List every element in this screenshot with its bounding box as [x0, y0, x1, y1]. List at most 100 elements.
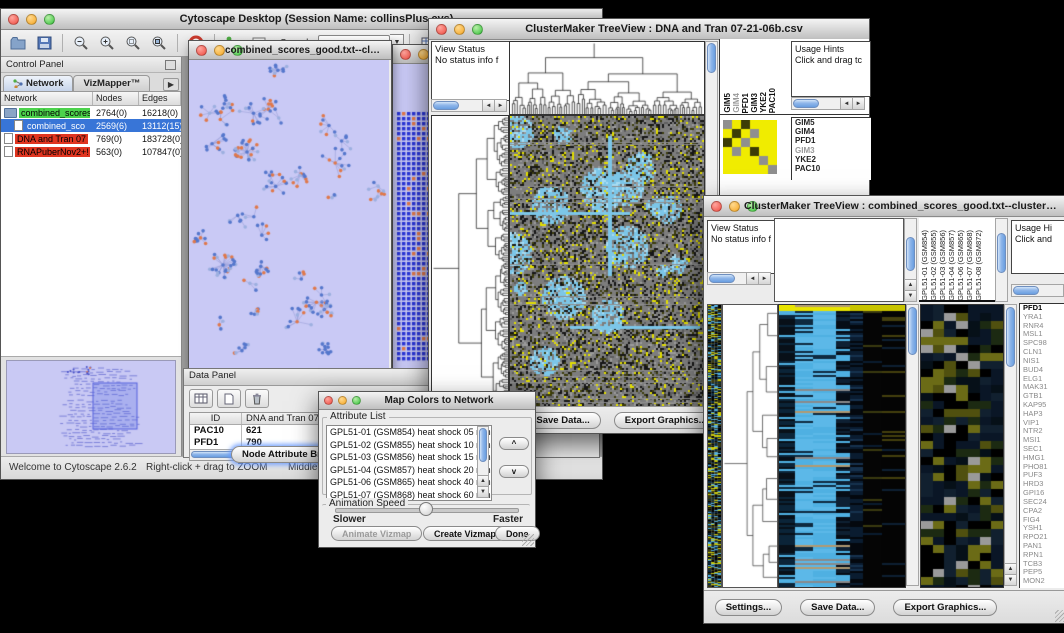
minimize-icon[interactable] — [214, 45, 225, 56]
row-dendrogram-canvas[interactable] — [722, 304, 778, 588]
global-heatmap-canvas[interactable] — [509, 115, 705, 407]
network-list-item[interactable]: RNAPuberNov2+! 563(0) 107847(0) — [1, 145, 181, 158]
delete-attribute-icon[interactable] — [245, 389, 269, 408]
zoom-selected-icon[interactable] — [121, 33, 145, 53]
close-icon[interactable] — [436, 24, 447, 35]
treeview-button[interactable]: Settings... — [715, 599, 782, 616]
gene-name[interactable]: GIM5 — [795, 118, 871, 127]
column-label[interactable]: GIM4 — [732, 93, 741, 113]
usage-hints-hscrollbar[interactable]: ◄► — [791, 97, 865, 110]
zoom-heatmap-canvas[interactable] — [920, 304, 1004, 588]
scroll-left-icon[interactable]: ◄ — [746, 273, 758, 284]
scroll-thumb[interactable] — [793, 99, 819, 108]
select-attributes-icon[interactable] — [189, 389, 213, 408]
resize-grip-icon[interactable] — [522, 534, 534, 546]
column-label[interactable]: GPL51-04 (GSM857) — [947, 230, 956, 301]
scroll-up-icon[interactable]: ▲ — [905, 279, 916, 290]
zoom-heatmap-canvas[interactable] — [723, 120, 777, 174]
attribute-item[interactable]: GPL51-01 (GSM854) heat shock 05 min — [327, 426, 491, 439]
move-down-button[interactable]: v — [499, 465, 529, 478]
treeview-button[interactable]: Export Graphics... — [614, 412, 718, 429]
global-mini-heatmap-canvas[interactable] — [707, 304, 722, 588]
animate-vizmap-button[interactable]: Animate Vizmap — [331, 526, 422, 541]
labels-vscrollbar-2[interactable] — [995, 218, 1008, 302]
column-label[interactable]: GPL51-06 (GSM865) — [956, 230, 965, 301]
minimize-icon[interactable] — [338, 396, 347, 405]
gene-name[interactable]: PFD1 — [795, 136, 871, 145]
attribute-listbox[interactable]: GPL51-01 (GSM854) heat shock 05 minGPL51… — [326, 425, 492, 501]
column-label[interactable]: PAC10 — [768, 88, 777, 113]
tab-overflow-arrow-icon[interactable]: ▶ — [163, 78, 179, 91]
scroll-right-icon[interactable]: ► — [494, 100, 506, 111]
column-label[interactable]: GIM3 — [750, 93, 759, 113]
scroll-up-icon[interactable]: ▲ — [478, 475, 488, 486]
view-status-hscrollbar[interactable]: ◄► — [431, 99, 507, 112]
zoom-fit-icon[interactable] — [147, 33, 171, 53]
gene-name[interactable]: PAC10 — [795, 164, 871, 173]
scroll-down-icon[interactable]: ▼ — [1005, 574, 1016, 585]
treeview-button[interactable]: Export Graphics... — [893, 599, 997, 616]
column-label[interactable]: GPL51-08 (GSM872) — [974, 230, 983, 301]
save-session-icon[interactable] — [32, 33, 56, 53]
resize-grip-icon[interactable] — [1055, 610, 1064, 622]
network-list-item[interactable]: combined_scores 2764(0) 16218(0) — [1, 106, 181, 119]
view-status-hscrollbar[interactable]: ◄► — [707, 272, 771, 285]
column-label[interactable]: YKE2 — [759, 92, 768, 113]
attribute-item[interactable]: GPL51-06 (GSM865) heat shock 40 min — [327, 476, 491, 489]
attribute-list-vscrollbar[interactable]: ▲▼ — [477, 426, 489, 498]
column-edges[interactable]: Edges — [139, 92, 181, 105]
scroll-thumb[interactable] — [1006, 307, 1015, 367]
network-canvas[interactable] — [189, 60, 389, 368]
scroll-thumb[interactable] — [997, 233, 1006, 273]
close-icon[interactable] — [196, 45, 207, 56]
tab-vizmapper[interactable]: VizMapper™ — [73, 75, 150, 91]
scroll-thumb[interactable] — [1013, 286, 1039, 295]
gene-name[interactable]: MON2 — [1023, 577, 1064, 586]
column-label[interactable]: GIM5 — [723, 93, 732, 113]
column-label[interactable]: GPL51-01 (GSM854) — [920, 230, 929, 301]
scroll-up-icon[interactable]: ▲ — [1005, 563, 1016, 574]
attribute-item[interactable]: GPL51-02 (GSM855) heat shock 10 min — [327, 439, 491, 452]
treeview-button[interactable]: Save Data... — [800, 599, 875, 616]
slider-thumb[interactable] — [419, 502, 433, 516]
treeview-button[interactable]: Save Data... — [525, 412, 600, 429]
network-list-item[interactable]: combined_sco 2569(6) 13112(15) — [1, 119, 181, 132]
zoom-vscrollbar[interactable]: ▲▼ — [1004, 304, 1017, 586]
heatmap-vscrollbar[interactable] — [906, 304, 919, 586]
gene-name[interactable]: GIM4 — [795, 127, 871, 136]
scroll-thumb[interactable] — [707, 43, 716, 73]
column-dendrogram-canvas[interactable] — [509, 41, 705, 115]
column-label[interactable]: GPL51-07 (GSM868) — [965, 230, 974, 301]
scroll-right-icon[interactable]: ► — [758, 273, 770, 284]
new-attribute-icon[interactable] — [217, 389, 241, 408]
float-panel-icon[interactable] — [165, 60, 176, 70]
zoom-in-icon[interactable] — [95, 33, 119, 53]
close-icon[interactable] — [400, 49, 411, 60]
birdseye-view-canvas[interactable] — [6, 360, 176, 454]
minimize-icon[interactable] — [26, 14, 37, 25]
scroll-right-icon[interactable]: ► — [852, 98, 864, 109]
scroll-left-icon[interactable]: ◄ — [482, 100, 494, 111]
move-up-button[interactable]: ^ — [499, 437, 529, 450]
column-id[interactable]: ID — [190, 413, 242, 424]
scroll-thumb[interactable] — [479, 428, 487, 462]
dialog-titlebar[interactable]: Map Colors to Network — [319, 392, 535, 410]
scroll-thumb[interactable] — [433, 101, 459, 110]
close-icon[interactable] — [8, 14, 19, 25]
attribute-item[interactable]: GPL51-04 (GSM857) heat shock 20 min — [327, 464, 491, 477]
column-label[interactable]: PFD1 — [741, 93, 750, 113]
tab-network[interactable]: Network — [3, 75, 73, 91]
treeview2-titlebar[interactable]: ClusterMaker TreeView : combined_scores_… — [704, 196, 1064, 217]
open-session-icon[interactable] — [6, 33, 30, 53]
network-view-1-titlebar[interactable]: combined_scores_good.txt--cluste... — [189, 41, 391, 60]
main-heatmap-canvas[interactable] — [778, 304, 906, 588]
scroll-down-icon[interactable]: ▼ — [478, 486, 488, 497]
column-dendrogram-area[interactable] — [774, 218, 904, 302]
minimize-icon[interactable] — [729, 201, 740, 212]
scroll-thumb[interactable] — [906, 237, 915, 271]
network-list-item[interactable]: DNA and Tran 07 769(0) 183728(0) — [1, 132, 181, 145]
close-icon[interactable] — [324, 396, 333, 405]
scroll-thumb[interactable] — [908, 307, 917, 355]
gene-name[interactable]: GIM3 — [795, 146, 871, 155]
scroll-down-icon[interactable]: ▼ — [905, 290, 916, 301]
